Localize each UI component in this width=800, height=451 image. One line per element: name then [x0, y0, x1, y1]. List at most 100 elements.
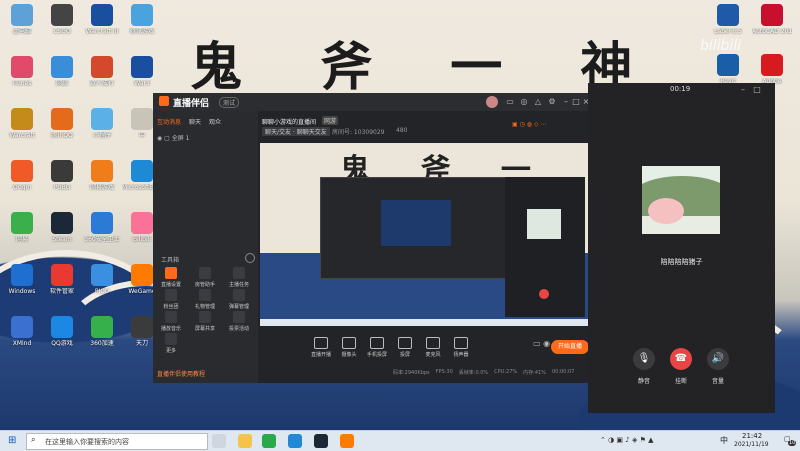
tool-item[interactable]: 投票活动 [225, 311, 253, 332]
desktop-icon[interactable]: War3 [122, 56, 162, 87]
app-icon [131, 212, 153, 234]
room-category[interactable]: 聊天/交友 · 聊聊天交友 [262, 127, 330, 136]
avatar[interactable] [486, 96, 498, 108]
desktop-icon[interactable]: Origin [2, 160, 42, 191]
tool-item[interactable]: 屏幕共享 [191, 311, 219, 332]
desktop-icon[interactable]: Warcraft III [82, 4, 122, 35]
tab-chat[interactable]: 聊天 [189, 117, 201, 126]
clock-date[interactable]: 2021/11/19 [734, 441, 769, 448]
app-icon [91, 56, 113, 78]
tray-icons[interactable]: ⌃ ◑ ▣ ♪ ◈ ⚑ ▲ [600, 436, 653, 444]
desktop-icon[interactable]: Revit [708, 54, 748, 85]
tool-item[interactable]: 主播任务 [225, 267, 253, 288]
tool-label: 投票活动 [228, 326, 249, 332]
bell-icon[interactable]: △ [533, 97, 543, 107]
tool-label: 房管助手 [194, 282, 215, 288]
desktop-icon[interactable]: 网易 [2, 212, 42, 243]
minimize-icon[interactable]: – [738, 85, 748, 95]
steam-icon[interactable] [314, 434, 328, 448]
mute-label: 静音 [637, 378, 650, 385]
desktop-icon[interactable]: AutoCAD 2019 - 简... [752, 4, 792, 35]
desktop-icon[interactable]: Warcraft [2, 108, 42, 139]
room-title: 聊聊小游戏的直播间 [262, 119, 317, 126]
maximize-icon[interactable]: □ [752, 85, 762, 95]
app-icon [131, 264, 153, 286]
scene-label: 全屏 1 [171, 135, 190, 142]
app-icon [11, 108, 33, 130]
clock-time[interactable]: 21:42 [742, 432, 762, 440]
tab-audience[interactable]: 观众 [209, 117, 221, 126]
header-icons[interactable]: ▣ ◷ ◍ ◇ ⋯ [512, 121, 546, 128]
desktop-icon[interactable]: CSGO [42, 4, 82, 35]
app-name: 直播伴侣 [173, 99, 210, 109]
desktop-icon-label: 腾讯游戏 [129, 28, 154, 35]
desktop-icon[interactable]: 小程序 [82, 108, 122, 139]
edge-icon[interactable] [288, 434, 302, 448]
tool-item[interactable]: 礼物管理 [191, 289, 219, 310]
app-icon [131, 56, 153, 78]
desktop-icon[interactable]: Steam [42, 212, 82, 243]
tab-messages[interactable]: 互动消息 [157, 117, 181, 126]
desktop-icon[interactable]: 腾讯游戏 [122, 4, 162, 35]
file-explorer-icon[interactable] [238, 434, 252, 448]
desktop-icon[interactable]: Adobe [752, 54, 792, 85]
status-item: 内存:41% [523, 370, 546, 376]
control-button[interactable]: 扬声器 [446, 337, 476, 358]
hangup-button[interactable]: ☎ [670, 348, 692, 370]
speaker-icon: 🔊 [711, 353, 725, 364]
desktop-icon[interactable]: 双人成行 [82, 56, 122, 87]
control-button[interactable]: 直播开播 [306, 337, 336, 358]
desktop-icon[interactable]: Label 8.5 [708, 4, 748, 35]
tool-item[interactable]: 更多 [157, 333, 185, 354]
search-icon: ⌕ [31, 435, 36, 444]
desktop-icon[interactable]: 网络 [42, 56, 82, 87]
desktop-icon[interactable]: 360安全卫士 [82, 212, 122, 243]
tool-item[interactable]: 弹幕管理 [225, 289, 253, 310]
desktop-icon-label: 此电脑 [12, 28, 31, 35]
eye-icon[interactable]: ◉ ▢ [157, 135, 172, 142]
desktop-icon[interactable]: Windows [2, 264, 42, 295]
desktop-icon[interactable]: iTunes [2, 56, 42, 87]
settings-icon[interactable]: ⚙ [547, 97, 557, 107]
window-titlebar[interactable]: 直播伴侣 测试 ▭ ◎ △ ⚙ – □ × [153, 93, 593, 111]
ime-indicator[interactable]: 中 [720, 435, 728, 446]
desktop-icon[interactable]: PUBG [42, 160, 82, 191]
control-button[interactable]: 麦克风 [418, 337, 448, 358]
tool-item[interactable]: 直播设置 [157, 267, 185, 288]
tool-item[interactable]: 房管助手 [191, 267, 219, 288]
desktop-icon[interactable]: 360加速 [82, 316, 122, 347]
control-button[interactable]: 手机投屏 [362, 337, 392, 358]
scene-item[interactable]: ◉ ▢ 全屏 1 [157, 133, 189, 142]
live-companion-taskbar-icon[interactable] [340, 434, 354, 448]
control-button[interactable]: 投屏 [390, 337, 420, 358]
control-label: 扬声器 [453, 352, 469, 358]
speaker-button[interactable]: 🔊 [707, 348, 729, 370]
desktop-icon[interactable]: XMind [2, 316, 42, 347]
wechat-icon[interactable] [262, 434, 276, 448]
tool-item[interactable]: 播放音乐 [157, 311, 185, 332]
collapse-icon[interactable] [245, 253, 255, 263]
start-live-button[interactable]: 开始直播 [551, 340, 589, 354]
task-view-icon[interactable] [212, 434, 226, 448]
gift-icon[interactable]: ◎ [519, 97, 529, 107]
chat-icon[interactable]: ▭ [505, 97, 515, 107]
nested-hangup-icon [539, 289, 549, 299]
search-box[interactable]: ⌕ 在这里输入你要搜索的内容 [26, 433, 208, 450]
desktop-icon[interactable]: 软件管家 [42, 264, 82, 295]
maximize-icon[interactable]: □ [571, 97, 581, 107]
desktop-icon-label: Origin [12, 184, 32, 191]
desktop-icon[interactable]: 网易游戏 [82, 160, 122, 191]
call-titlebar[interactable]: 00:19 – □ [588, 83, 775, 97]
desktop-icon[interactable]: PICO [82, 264, 122, 295]
mute-button[interactable]: 🎙 [633, 348, 655, 370]
start-icon[interactable]: ⊞ [8, 435, 16, 446]
minimize-icon[interactable]: – [561, 97, 571, 107]
desktop-icon[interactable]: 腾讯QQ [42, 108, 82, 139]
tool-item[interactable]: 粉丝团 [157, 289, 185, 310]
desktop-icon[interactable]: 此电脑 [2, 4, 42, 35]
tutorial-link[interactable]: 直播伴侣使用教程 [157, 369, 205, 378]
tool-icon [199, 289, 211, 301]
desktop-icon[interactable]: QQ游戏 [42, 316, 82, 347]
control-button[interactable]: 摄像头 [334, 337, 364, 358]
tool-label: 主播任务 [228, 282, 249, 288]
